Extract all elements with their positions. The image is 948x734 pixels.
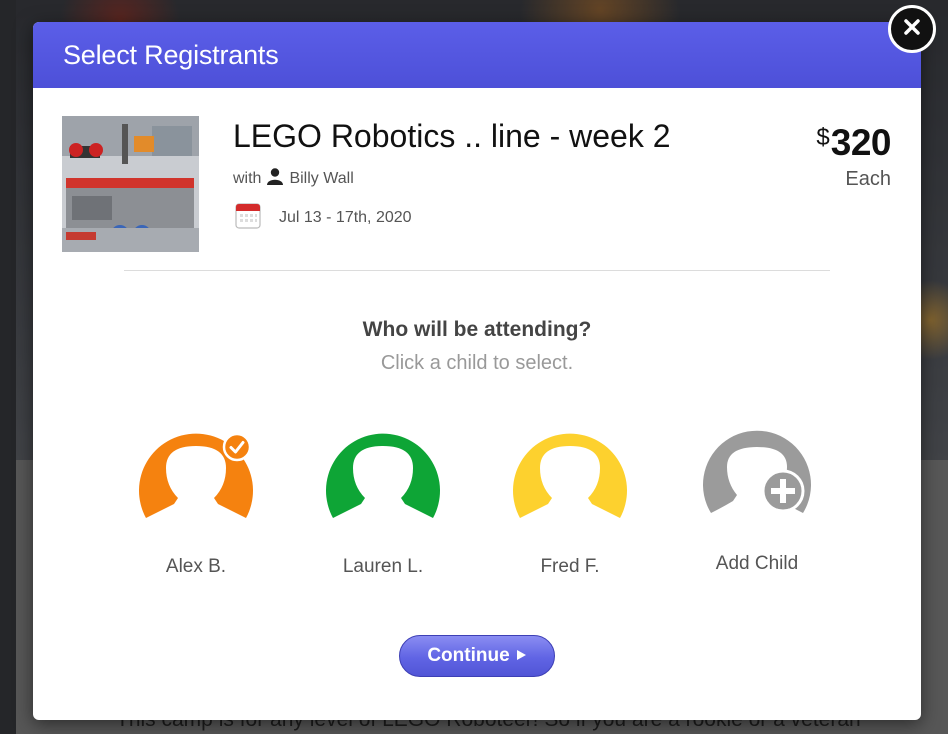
date-row: Jul 13 - 17th, 2020 — [235, 202, 412, 234]
close-button[interactable] — [888, 5, 936, 53]
add-child-label: Add Child — [715, 553, 799, 574]
attendance-hint: Click a child to select. — [380, 352, 574, 374]
continue-button[interactable]: Continue — [399, 635, 555, 677]
price-unit: Each — [845, 168, 891, 190]
child-name: Fred F. — [540, 556, 600, 577]
child-option-lauren[interactable]: Lauren L. — [308, 430, 458, 578]
instructor-name: Billy Wall — [289, 169, 354, 187]
modal-title: Select Registrants — [63, 39, 279, 70]
attendance-question: Who will be attending? — [362, 318, 592, 341]
course-dates: Jul 13 - 17th, 2020 — [279, 209, 412, 226]
child-option-fred[interactable]: Fred F. — [495, 430, 645, 578]
person-icon — [266, 167, 284, 190]
close-icon — [902, 17, 922, 42]
child-option-alex[interactable]: Alex B. — [121, 430, 271, 578]
price-amount: 320 — [830, 122, 892, 163]
continue-label: Continue — [427, 645, 510, 666]
select-registrants-modal: Select Registrants LEGO Robotics .. line… — [33, 22, 921, 720]
course-title: LEGO Robotics .. line - week 2 — [233, 118, 671, 154]
instructor-prefix: with — [233, 169, 262, 187]
child-name: Lauren L. — [342, 556, 424, 577]
play-arrow-icon — [516, 645, 527, 667]
divider — [124, 270, 830, 271]
selected-check-icon — [222, 432, 252, 462]
child-name: Alex B. — [165, 556, 227, 577]
price-block: $ 320 Each — [816, 122, 891, 191]
add-child-button[interactable]: Add Child — [682, 427, 832, 575]
person-avatar-icon — [326, 433, 440, 518]
price-currency: $ — [816, 124, 830, 151]
course-thumbnail — [62, 116, 199, 252]
modal-header: Select Registrants — [33, 22, 921, 88]
add-person-icon — [703, 430, 811, 513]
person-avatar-icon — [513, 433, 627, 518]
calendar-icon — [235, 202, 261, 234]
instructor-row: with Billy Wall — [233, 167, 354, 190]
